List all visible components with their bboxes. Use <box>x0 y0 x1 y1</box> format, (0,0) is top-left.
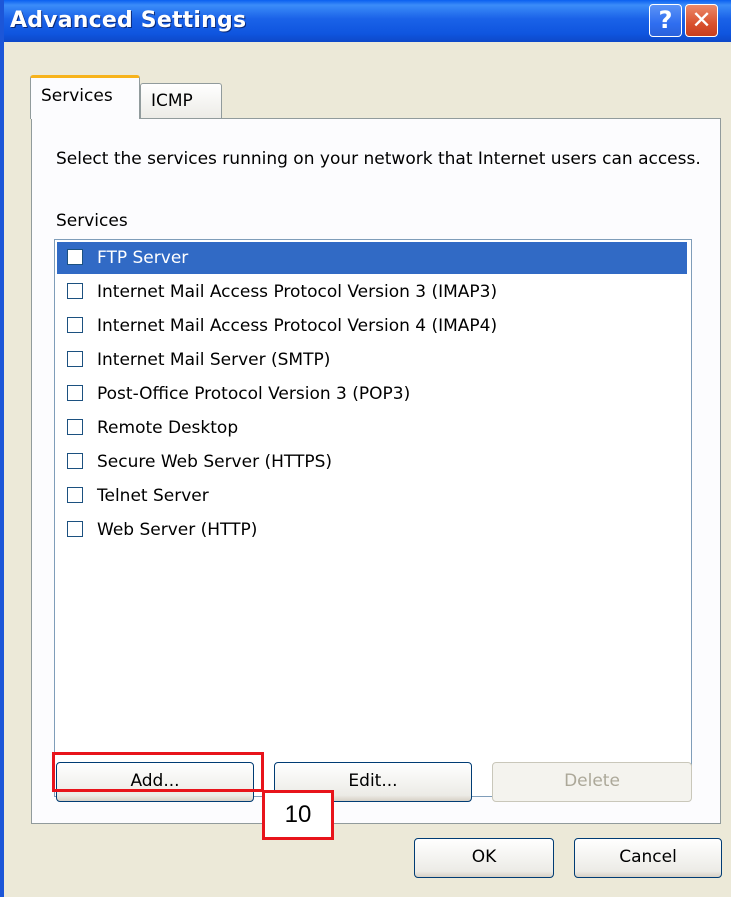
ok-button[interactable]: OK <box>414 838 554 878</box>
list-item-label: Secure Web Server (HTTPS) <box>97 452 333 472</box>
list-item-label: Post-Office Protocol Version 3 (POP3) <box>97 384 411 404</box>
list-item-label: Internet Mail Access Protocol Version 3 … <box>97 282 498 302</box>
tab-icmp[interactable]: ICMP <box>140 83 222 119</box>
dialog-title: Advanced Settings <box>10 8 247 33</box>
add-button[interactable]: Add... <box>56 762 254 802</box>
list-item-label: Web Server (HTTP) <box>97 520 258 540</box>
services-description: Select the services running on your netw… <box>56 149 701 169</box>
list-item-ftp-server[interactable]: FTP Server <box>57 242 687 274</box>
help-button[interactable]: ? <box>649 4 682 37</box>
checkbox-http[interactable] <box>67 521 83 537</box>
checkbox-remote-desktop[interactable] <box>67 419 83 435</box>
checkbox-ftp-server[interactable] <box>67 249 83 265</box>
checkbox-pop3[interactable] <box>67 385 83 401</box>
close-icon: ✕ <box>691 6 712 34</box>
delete-button[interactable]: Delete <box>492 762 692 802</box>
close-button[interactable]: ✕ <box>685 4 718 37</box>
list-item-label: Internet Mail Server (SMTP) <box>97 350 331 370</box>
list-item-imap4[interactable]: Internet Mail Access Protocol Version 4 … <box>57 310 687 342</box>
list-item-imap3[interactable]: Internet Mail Access Protocol Version 3 … <box>57 276 687 308</box>
checkbox-imap4[interactable] <box>67 317 83 333</box>
title-bar[interactable]: Advanced Settings ? ✕ <box>4 0 731 42</box>
list-item-label: Internet Mail Access Protocol Version 4 … <box>97 316 498 336</box>
list-item-smtp[interactable]: Internet Mail Server (SMTP) <box>57 344 687 376</box>
step-number-callout: 10 <box>262 790 334 840</box>
tab-services[interactable]: Services <box>30 75 140 119</box>
list-item-telnet[interactable]: Telnet Server <box>57 480 687 512</box>
list-item-label: Remote Desktop <box>97 418 239 438</box>
checkbox-https[interactable] <box>67 453 83 469</box>
checkbox-imap3[interactable] <box>67 283 83 299</box>
list-item-https[interactable]: Secure Web Server (HTTPS) <box>57 446 687 478</box>
list-item-label: Telnet Server <box>97 486 209 506</box>
services-listbox[interactable]: FTP Server Internet Mail Access Protocol… <box>54 239 692 797</box>
services-tab-panel: Select the services running on your netw… <box>31 118 721 824</box>
list-item-pop3[interactable]: Post-Office Protocol Version 3 (POP3) <box>57 378 687 410</box>
services-list-label: Services <box>56 211 128 231</box>
list-item-remote-desktop[interactable]: Remote Desktop <box>57 412 687 444</box>
checkbox-smtp[interactable] <box>67 351 83 367</box>
list-item-http[interactable]: Web Server (HTTP) <box>57 514 687 546</box>
checkbox-telnet[interactable] <box>67 487 83 503</box>
tab-icmp-label: ICMP <box>151 91 193 111</box>
tab-services-label: Services <box>41 86 113 106</box>
advanced-settings-dialog: Advanced Settings ? ✕ Services ICMP Sele… <box>0 0 731 897</box>
list-item-label: FTP Server <box>97 248 189 268</box>
help-icon: ? <box>658 6 673 34</box>
cancel-button[interactable]: Cancel <box>574 838 722 878</box>
